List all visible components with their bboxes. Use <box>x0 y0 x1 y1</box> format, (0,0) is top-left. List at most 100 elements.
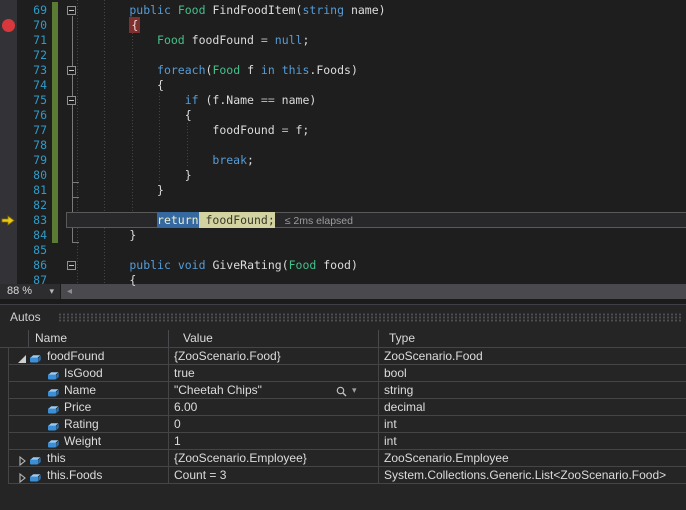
line-number: 84 <box>17 228 47 243</box>
autos-panel: Autos Name Value Type foodFound {ZooScena… <box>0 304 686 510</box>
code-line-83[interactable]: 83 return foodFound;≤ 2ms elapsed <box>0 213 686 228</box>
code-text: { <box>74 78 686 93</box>
field-icon <box>47 386 60 396</box>
autos-row[interactable]: Name"Cheetah Chips"▾string <box>0 382 686 399</box>
collapse-expander-icon[interactable] <box>17 352 27 362</box>
line-number: 72 <box>17 48 47 63</box>
variable-type: int <box>384 416 397 433</box>
autos-row[interactable]: Rating 0 int <box>0 416 686 433</box>
dock-grip-dots <box>58 313 681 322</box>
code-line-79[interactable]: 79 break; <box>0 153 686 168</box>
code-line-75[interactable]: 75if (f.Name == name) <box>0 93 686 108</box>
line-number: 86 <box>17 258 47 273</box>
autos-column-headers: Name Value Type <box>0 329 686 348</box>
expand-expander-icon[interactable] <box>17 471 27 481</box>
line-number: 85 <box>17 243 47 258</box>
line-number: 87 <box>17 273 47 288</box>
field-icon <box>29 471 42 481</box>
column-header-value[interactable]: Value <box>183 329 213 347</box>
code-line-86[interactable]: 86public void GiveRating(Food food) <box>0 258 686 273</box>
line-number: 73 <box>17 63 47 78</box>
code-line-70[interactable]: 70{ <box>0 18 686 33</box>
header-separator[interactable] <box>168 330 169 347</box>
code-line-80[interactable]: 80} <box>0 168 686 183</box>
line-number: 82 <box>17 198 47 213</box>
autos-row[interactable]: Price6.00decimal <box>0 399 686 416</box>
field-icon <box>47 420 60 430</box>
code-text: { <box>74 273 686 288</box>
variable-name: Rating <box>64 416 99 433</box>
line-number: 78 <box>17 138 47 153</box>
code-line-82[interactable]: 82 <box>0 198 686 213</box>
code-line-72[interactable]: 72 <box>0 48 686 63</box>
code-line-81[interactable]: 81} <box>0 183 686 198</box>
line-number: 71 <box>17 33 47 48</box>
variable-name: Price <box>64 399 91 416</box>
code-text: } <box>74 168 686 183</box>
variable-type: bool <box>384 365 407 382</box>
variable-type: int <box>384 433 397 450</box>
code-line-74[interactable]: 74 { <box>0 78 686 93</box>
autos-row[interactable]: IsGood true bool <box>0 365 686 382</box>
perf-tip[interactable]: ≤ 2ms elapsed <box>285 215 353 227</box>
code-text: Food foodFound = null; <box>74 33 686 48</box>
code-text: return foodFound;≤ 2ms elapsed <box>74 213 686 229</box>
expand-expander-icon[interactable] <box>17 454 27 464</box>
autos-row[interactable]: foodFound {ZooScenario.Food} ZooScenario.F… <box>0 348 686 365</box>
variable-value: {ZooScenario.Employee} <box>174 450 307 467</box>
code-line-78[interactable]: 78 <box>0 138 686 153</box>
code-line-87[interactable]: 87 { <box>0 273 686 288</box>
header-separator <box>28 330 29 347</box>
line-number: 79 <box>17 153 47 168</box>
code-line-77[interactable]: 77foodFound = f; <box>0 123 686 138</box>
fold-collapse-box[interactable] <box>67 6 76 15</box>
variable-value: Count = 3 <box>174 467 226 484</box>
field-icon <box>29 352 42 362</box>
variable-value: {ZooScenario.Food} <box>174 348 281 365</box>
visual-studio-debug-view: 69public Food FindFoodItem(string name)7… <box>0 0 686 510</box>
variable-type: string <box>384 382 413 399</box>
line-number: 69 <box>17 3 47 18</box>
line-number: 83 <box>17 213 47 228</box>
variable-name: IsGood <box>64 365 103 382</box>
line-number: 70 <box>17 18 47 33</box>
code-line-73[interactable]: 73 foreach(Food f in this.Foods) <box>0 63 686 78</box>
code-editor[interactable]: 69public Food FindFoodItem(string name)7… <box>0 0 686 284</box>
code-text: } <box>74 228 686 243</box>
code-line-71[interactable]: 71 Food foodFound = null; <box>0 33 686 48</box>
code-text: foreach(Food f in this.Foods) <box>74 63 686 78</box>
variable-type: ZooScenario.Food <box>384 348 483 365</box>
code-line-76[interactable]: 76 { <box>0 108 686 123</box>
fold-collapse-box[interactable] <box>67 96 76 105</box>
variable-type: decimal <box>384 399 425 416</box>
code-text: } <box>74 183 686 198</box>
autos-row[interactable]: this{ZooScenario.Employee}ZooScenario.Em… <box>0 450 686 467</box>
variable-value: true <box>174 365 195 382</box>
column-header-type[interactable]: Type <box>389 329 415 347</box>
code-text: if (f.Name == name) <box>74 93 686 108</box>
fold-collapse-box[interactable] <box>67 66 76 75</box>
column-header-name[interactable]: Name <box>35 329 67 347</box>
variable-name: foodFound <box>47 348 104 365</box>
variable-name: this <box>47 450 66 467</box>
line-number: 80 <box>17 168 47 183</box>
breakpoint-icon[interactable] <box>2 19 15 32</box>
header-separator[interactable] <box>378 330 379 347</box>
code-text: { <box>74 108 686 123</box>
code-line-85[interactable]: 85 <box>0 243 686 258</box>
variable-name: Weight <box>64 433 101 450</box>
autos-title-bar[interactable]: Autos <box>0 305 686 329</box>
autos-row[interactable]: this.FoodsCount = 3System.Collections.Ge… <box>0 467 686 484</box>
code-text: foodFound = f; <box>74 123 686 138</box>
autos-row[interactable]: Weight1int <box>0 433 686 450</box>
code-line-84[interactable]: 84} <box>0 228 686 243</box>
line-number: 74 <box>17 78 47 93</box>
fold-collapse-box[interactable] <box>67 261 76 270</box>
code-text: break; <box>74 153 686 168</box>
code-line-69[interactable]: 69public Food FindFoodItem(string name) <box>0 3 686 18</box>
visualizer-dropdown-icon[interactable]: ▾ <box>352 382 357 399</box>
line-number: 76 <box>17 108 47 123</box>
field-icon <box>29 454 42 464</box>
variable-value: 0 <box>174 416 181 433</box>
field-icon <box>47 403 60 413</box>
